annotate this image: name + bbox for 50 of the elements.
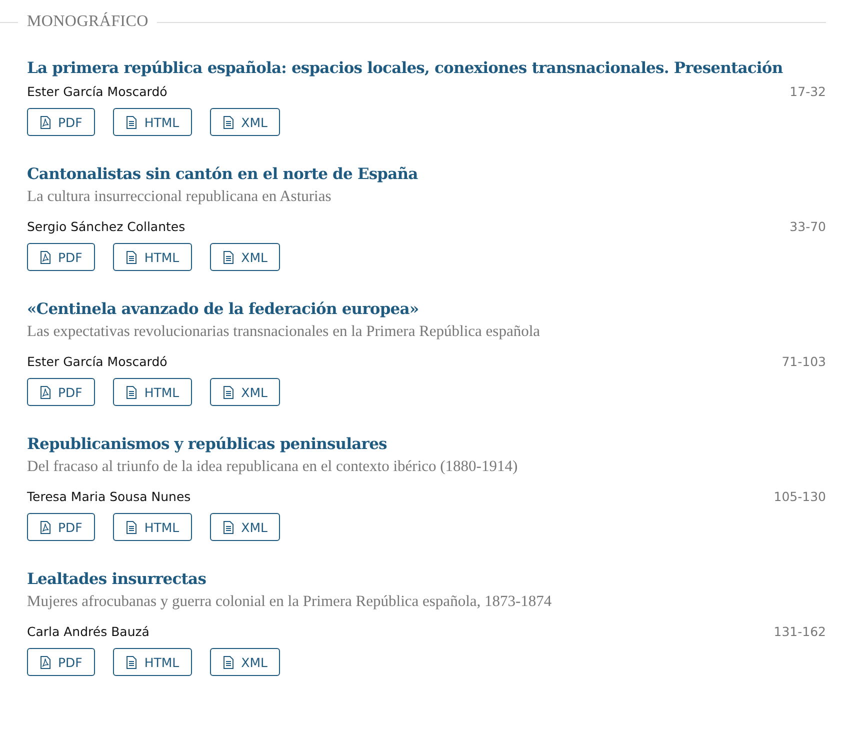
document-icon [223, 116, 234, 128]
pdf-file-icon [40, 656, 51, 668]
download-button[interactable]: PDF [27, 108, 96, 136]
article-subtitle: La cultura insurreccional republicana en Asturias [27, 188, 332, 206]
download-button[interactable]: PDF [27, 243, 96, 271]
pdf-file-icon [40, 520, 51, 534]
section-heading: MONOGRÁFICO [27, 13, 148, 31]
pdf-file-icon [40, 116, 51, 128]
document-icon [126, 656, 138, 668]
author-name: Sergio Sánchez Collantes [27, 219, 186, 234]
article-subtitle: Las expectativas revolucionarias transnacionales en la Primera República española [27, 323, 542, 341]
author-name: Teresa Maria Sousa Nunes [27, 489, 191, 504]
download-button[interactable]: HTML [113, 513, 192, 541]
article-subtitle: Del fracaso al triunfo de la idea republicana en el contexto ibérico (1880-1914) [27, 458, 519, 476]
author-name: Carla Andrés Bauzá [27, 624, 150, 639]
page-range: 131-162 [774, 624, 826, 639]
article-title-link[interactable]: «Centinela avanzado de la federación europea» [27, 299, 826, 318]
page-range: 17-32 [790, 84, 826, 99]
download-button[interactable]: PDF [27, 513, 96, 541]
page-range: 105-130 [774, 489, 826, 504]
download-button[interactable]: HTML [113, 108, 192, 136]
article-title-link[interactable]: La primera república española: espacios locales, conexiones transnacionales. Presentación [27, 58, 826, 77]
download-button[interactable]: XML [210, 108, 280, 136]
author-name: Ester García Moscardó [27, 354, 168, 369]
document-icon [126, 250, 138, 264]
download-button[interactable]: HTML [113, 243, 192, 271]
article-title-link[interactable]: Cantonalistas sin cantón en el norte de España [27, 164, 826, 183]
page-range: 71-103 [782, 354, 826, 369]
document-icon [223, 250, 234, 264]
article-subtitle: Mujeres afrocubanas y guerra colonial en la Primera República española, 1873-1874 [27, 593, 553, 611]
document-icon [223, 386, 234, 398]
download-button[interactable]: XML [210, 513, 280, 541]
pdf-file-icon [40, 386, 51, 398]
download-button[interactable]: PDF [27, 378, 96, 406]
download-button[interactable]: XML [210, 243, 280, 271]
author-name: Ester García Moscardó [27, 84, 168, 99]
document-icon [126, 520, 138, 534]
download-button[interactable]: HTML [113, 378, 192, 406]
document-icon [223, 520, 234, 534]
document-icon [223, 656, 234, 668]
pdf-file-icon [40, 250, 51, 264]
article-title-link[interactable]: Republicanismos y repúblicas peninsulares [27, 434, 826, 453]
page-range: 33-70 [790, 219, 826, 234]
article-title-link[interactable]: Lealtades insurrectas [27, 569, 826, 588]
download-button[interactable]: XML [210, 378, 280, 406]
download-button[interactable]: PDF [27, 648, 96, 676]
download-button[interactable]: XML [210, 648, 280, 676]
document-icon [126, 116, 138, 128]
download-button[interactable]: HTML [113, 648, 192, 676]
document-icon [126, 386, 138, 398]
